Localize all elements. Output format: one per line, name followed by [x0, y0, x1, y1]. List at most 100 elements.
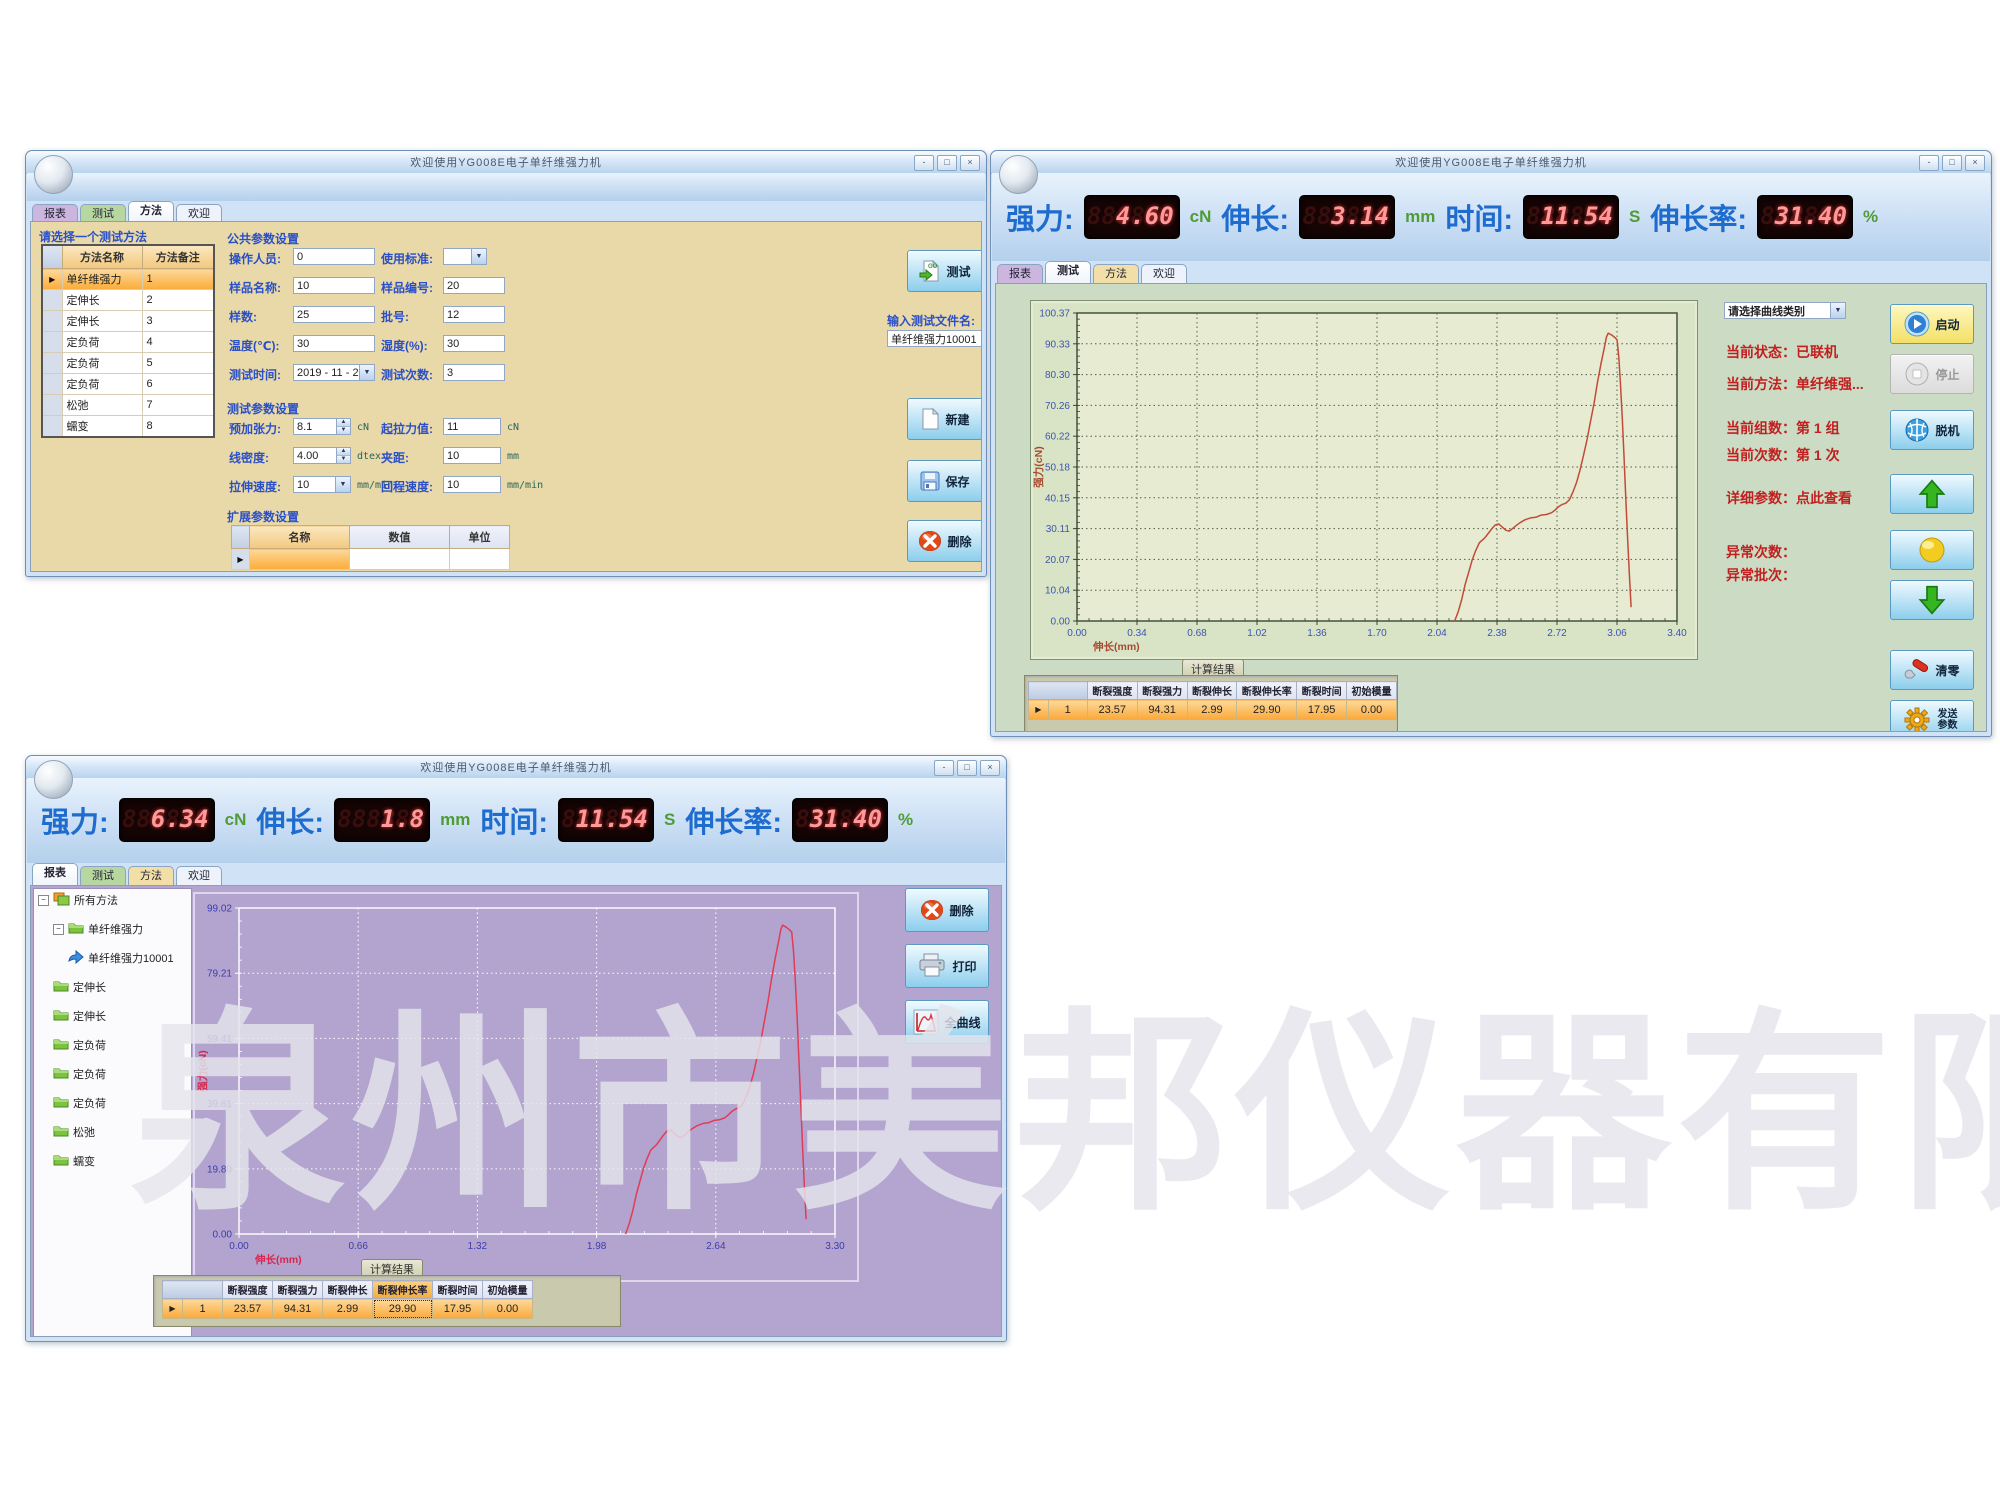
tree-item-单纤维强力10001[interactable]: 单纤维强力10001: [34, 947, 191, 969]
svg-text:40.15: 40.15: [1045, 493, 1070, 504]
spinner: ▲▼: [336, 448, 350, 463]
tree-item-定负荷[interactable]: 定负荷: [34, 1034, 191, 1056]
full-curve-button[interactable]: 全曲线: [905, 1000, 989, 1044]
field-input[interactable]: 25: [293, 306, 375, 323]
svg-text:0.00: 0.00: [213, 1230, 233, 1241]
tree-item-定负荷[interactable]: 定负荷: [34, 1092, 191, 1114]
close-button[interactable]: ×: [960, 155, 980, 171]
field-input[interactable]: 30: [293, 335, 375, 352]
tab-method[interactable]: 方法: [1093, 264, 1139, 283]
close-button[interactable]: ×: [980, 760, 1000, 776]
field-input[interactable]: 4.00▲▼: [293, 447, 351, 464]
file-name-input[interactable]: 单纤维强力10001: [887, 330, 982, 347]
result-col-header: 断裂伸长率: [1237, 682, 1297, 700]
method-row[interactable]: 定伸长2: [42, 290, 214, 311]
maximize-button[interactable]: □: [1942, 155, 1962, 171]
tab-report[interactable]: 报表: [997, 264, 1043, 283]
start-button[interactable]: 启动: [1890, 304, 1974, 344]
method-row[interactable]: 蠕变8: [42, 416, 214, 438]
field-input[interactable]: 12: [443, 306, 505, 323]
delete-button[interactable]: 删除: [907, 520, 982, 562]
button-label: 删除: [949, 902, 973, 919]
delete-button[interactable]: 删除: [905, 888, 989, 932]
print-button[interactable]: 打印: [905, 944, 989, 988]
field-label: 夹距:: [381, 449, 409, 466]
send-params-button[interactable]: 发送参数: [1890, 700, 1974, 732]
folder-icon: [53, 1066, 69, 1082]
field-input[interactable]: 11: [443, 418, 501, 435]
results-panel: 断裂强度断裂强力断裂伸长断裂伸长率断裂时间初始模量▶123.5794.312.9…: [1024, 675, 1398, 732]
move-down-button[interactable]: [1890, 580, 1974, 620]
field-input[interactable]: ▼: [443, 248, 487, 265]
tab-welcome[interactable]: 欢迎: [176, 866, 222, 885]
curve-category-select[interactable]: 请选择曲线类别 ▼: [1724, 302, 1846, 319]
tensile-chart-panel: 0.0010.0420.0730.1140.1550.1860.2270.268…: [1030, 300, 1698, 660]
tree-item-单纤维强力[interactable]: −单纤维强力: [34, 918, 191, 940]
minimize-button[interactable]: -: [934, 760, 954, 776]
tab-report[interactable]: 报表: [32, 863, 78, 885]
result-col-header: 初始模量: [483, 1281, 533, 1299]
maximize-button[interactable]: □: [957, 760, 977, 776]
field-input[interactable]: 30: [443, 335, 505, 352]
maximize-button[interactable]: □: [937, 155, 957, 171]
tree-item-定伸长[interactable]: 定伸长: [34, 1005, 191, 1027]
result-row[interactable]: ▶123.5794.312.9929.9017.950.00: [163, 1299, 533, 1319]
clear-zero-button[interactable]: 清零: [1890, 650, 1974, 690]
svg-text:3.40: 3.40: [1667, 628, 1687, 639]
tree-item-label: 定伸长: [73, 979, 106, 995]
field-label: 测试时间:: [229, 366, 281, 383]
field-input[interactable]: 10: [443, 447, 501, 464]
new-button[interactable]: 新建: [907, 398, 982, 440]
result-row[interactable]: ▶123.5794.312.9929.9017.950.00: [1029, 700, 1397, 720]
field-input[interactable]: 0: [293, 248, 375, 265]
status-line[interactable]: 详细参数：点此查看: [1726, 488, 1852, 508]
field-label: 温度(℃):: [229, 337, 280, 354]
svg-text:79.21: 79.21: [207, 969, 232, 980]
offline-button[interactable]: 脱机: [1890, 410, 1974, 450]
field-input[interactable]: 3: [443, 364, 505, 381]
tree-item-蠕变[interactable]: 蠕变: [34, 1150, 191, 1172]
go-file-icon: GO: [919, 260, 941, 282]
field-input[interactable]: 10: [293, 277, 375, 294]
indicator-ball-button[interactable]: [1890, 530, 1974, 570]
minimize-button[interactable]: -: [1919, 155, 1939, 171]
method-row[interactable]: 定负荷5: [42, 353, 214, 374]
save-button[interactable]: 保存: [907, 460, 982, 502]
tree-item-松弛[interactable]: 松弛: [34, 1121, 191, 1143]
collapse-icon[interactable]: −: [38, 895, 49, 906]
chevron-down-icon[interactable]: ▼: [1830, 303, 1845, 318]
collapse-icon[interactable]: −: [53, 924, 64, 935]
method-row[interactable]: 松弛7: [42, 395, 214, 416]
button-label: 打印: [952, 958, 976, 975]
field-input[interactable]: 8.1▲▼: [293, 418, 351, 435]
field-input[interactable]: 2019 - 11 - 2▼: [293, 364, 375, 381]
tab-test[interactable]: 测试: [1045, 261, 1091, 283]
field-input[interactable]: 10: [443, 476, 501, 493]
move-up-button[interactable]: [1890, 474, 1974, 514]
file-name-value: 单纤维强力10001: [891, 331, 982, 347]
minimize-button[interactable]: -: [914, 155, 934, 171]
tree-item-定伸长[interactable]: 定伸长: [34, 976, 191, 998]
field-input[interactable]: 20: [443, 277, 505, 294]
ext-col-header: 数值: [350, 526, 450, 549]
method-row[interactable]: ▶单纤维强力1: [42, 269, 214, 290]
ext-row[interactable]: ▶: [232, 549, 510, 570]
method-row[interactable]: 定负荷6: [42, 374, 214, 395]
tab-method[interactable]: 方法: [128, 866, 174, 885]
field-input[interactable]: 10▼: [293, 476, 351, 493]
tab-bar: 报表测试方法欢迎: [32, 201, 222, 223]
method-row[interactable]: 定伸长3: [42, 311, 214, 332]
force-unit: cN: [225, 810, 247, 830]
time-label: 时间:: [480, 799, 548, 841]
tab-bar: 报表测试方法欢迎: [32, 863, 222, 885]
run-test-button[interactable]: GO 测试: [907, 250, 982, 292]
svg-text:19.80: 19.80: [207, 1164, 232, 1175]
tab-welcome[interactable]: 欢迎: [1141, 264, 1187, 283]
method-row[interactable]: 定负荷4: [42, 332, 214, 353]
stop-button[interactable]: 停止: [1890, 354, 1974, 394]
close-button[interactable]: ×: [1965, 155, 1985, 171]
tree-item-定负荷[interactable]: 定负荷: [34, 1063, 191, 1085]
tree-item-所有方法[interactable]: −所有方法: [34, 889, 191, 911]
tab-test[interactable]: 测试: [80, 866, 126, 885]
tab-method[interactable]: 方法: [128, 201, 174, 223]
